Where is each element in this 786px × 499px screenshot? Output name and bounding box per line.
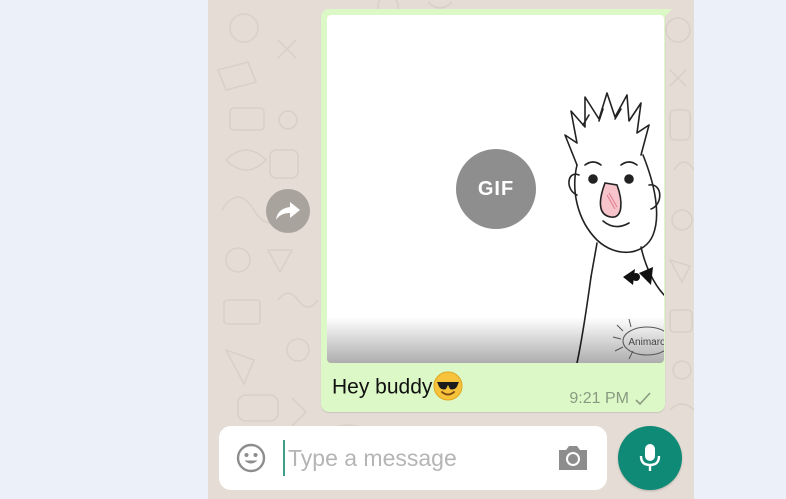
message-caption: Hey buddy — [332, 371, 463, 401]
gif-play-badge[interactable]: GIF — [456, 149, 536, 229]
smiley-icon[interactable] — [235, 442, 267, 474]
chat-screen: Animaro GIF Hey buddy 9:21 PM — [208, 0, 694, 499]
forward-arrow-icon — [276, 202, 300, 220]
message-meta: 9:21 PM — [569, 390, 651, 408]
forward-button[interactable] — [266, 189, 310, 233]
watermark-logo: Animaro — [612, 319, 664, 360]
microphone-icon — [639, 444, 661, 471]
voice-record-button[interactable] — [618, 426, 682, 490]
message-input[interactable] — [283, 440, 548, 476]
message-time: 9:21 PM — [569, 390, 629, 407]
single-check-icon — [635, 392, 651, 406]
outgoing-message-bubble[interactable]: Animaro GIF Hey buddy 9:21 PM — [321, 9, 665, 412]
svg-text:Animaro: Animaro — [628, 337, 664, 348]
gif-preview[interactable]: Animaro GIF — [327, 15, 664, 363]
camera-icon[interactable] — [556, 443, 590, 473]
caption-text: Hey buddy — [332, 375, 433, 399]
message-composer — [219, 426, 607, 490]
sunglasses-emoji-icon — [433, 371, 463, 401]
